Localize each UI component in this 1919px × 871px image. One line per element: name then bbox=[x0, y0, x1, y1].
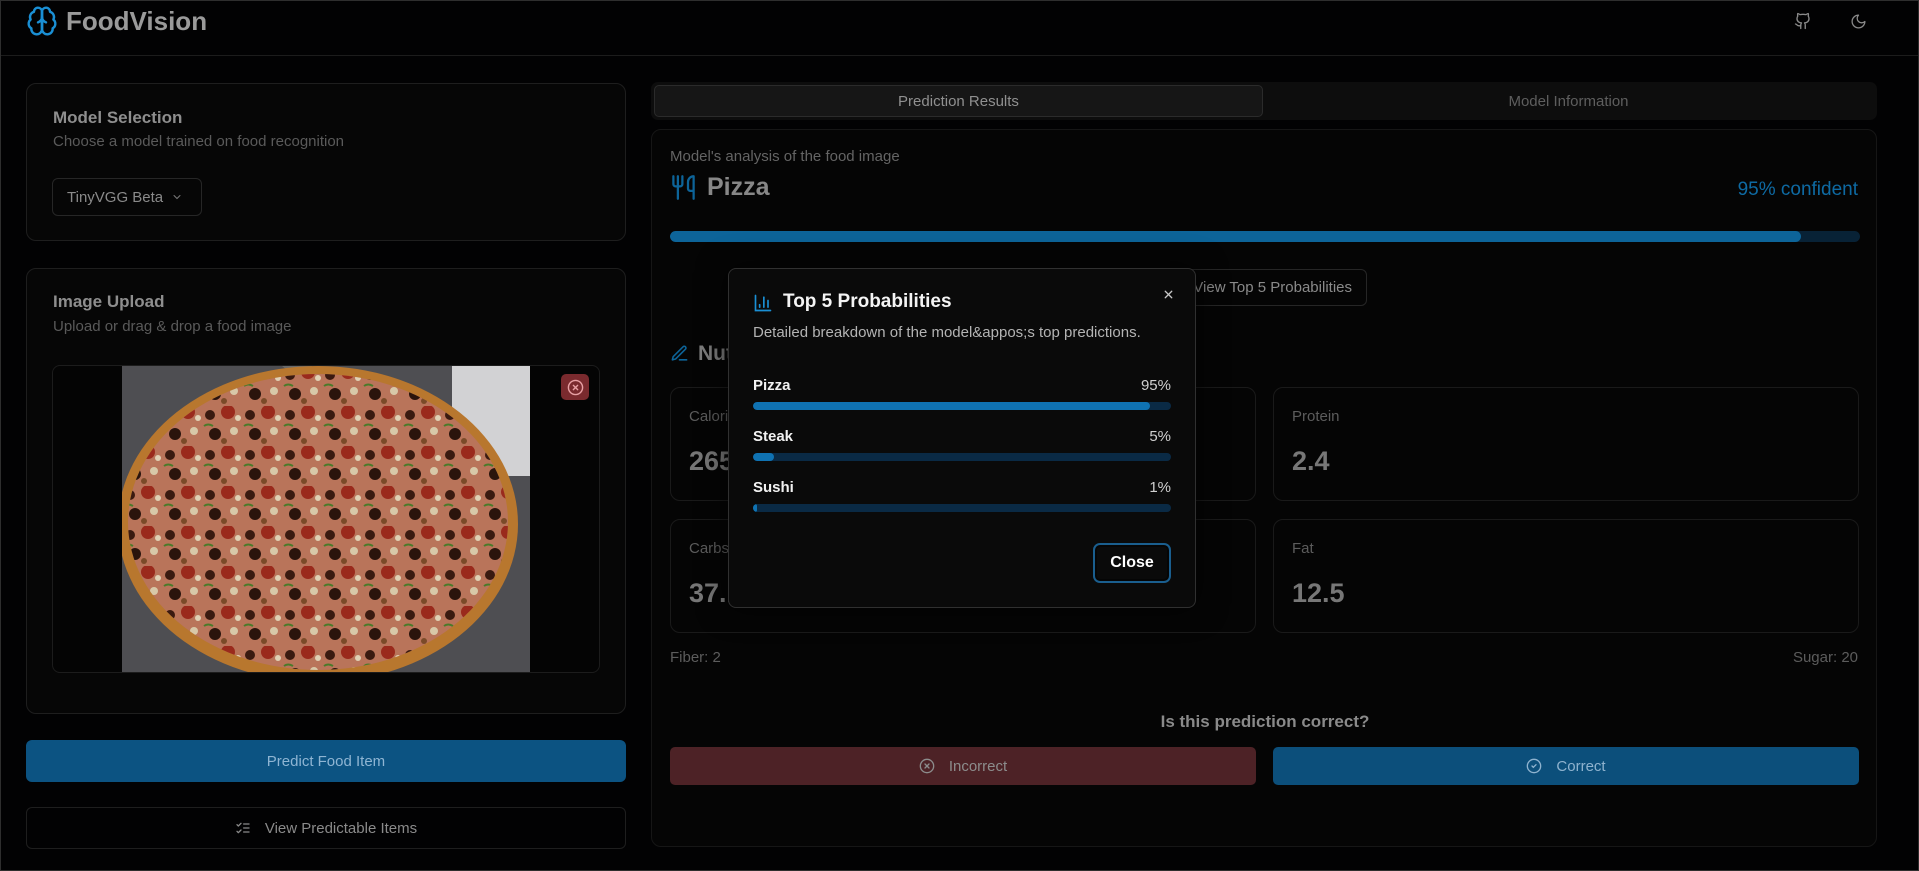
prob-item-name: Pizza bbox=[753, 377, 791, 394]
top5-probabilities-dialog: Top 5 Probabilities Detailed breakdown o… bbox=[728, 268, 1196, 608]
utensils-icon bbox=[672, 175, 695, 200]
sugar-text: Sugar: 20 bbox=[1792, 649, 1858, 666]
prob-item-name: Sushi bbox=[753, 479, 794, 496]
view-predictable-items-button[interactable]: View Predictable Items bbox=[26, 807, 626, 849]
predict-button[interactable]: Predict Food Item bbox=[26, 740, 626, 782]
image-upload-card: Image Upload Upload or drag & drop a foo… bbox=[26, 268, 626, 714]
prob-item-bar bbox=[753, 504, 1171, 512]
nutrition-card-fat: Fat 12.5 bbox=[1273, 519, 1859, 633]
chevron-down-icon bbox=[173, 195, 181, 200]
list-checks-icon bbox=[236, 822, 250, 834]
model-selection-card: Model Selection Choose a model trained o… bbox=[26, 83, 626, 241]
prob-item-bar-fill bbox=[753, 402, 1151, 410]
app-header: FoodVision bbox=[1, 1, 1918, 56]
app-name: FoodVision bbox=[66, 5, 208, 36]
remove-image-button[interactable] bbox=[561, 374, 589, 400]
model-select-value: TinyVGG Beta bbox=[67, 188, 164, 206]
view-top5-button[interactable]: View Top 5 Probabilities bbox=[1172, 269, 1367, 306]
dialog-title: Top 5 Probabilities bbox=[783, 291, 952, 312]
theme-toggle-button[interactable] bbox=[1843, 7, 1873, 35]
model-select[interactable]: TinyVGG Beta bbox=[52, 178, 202, 216]
analysis-caption: Model's analysis of the food image bbox=[670, 148, 900, 165]
github-button[interactable] bbox=[1788, 7, 1818, 35]
check-circle-icon bbox=[1527, 758, 1542, 774]
tab-prediction-results[interactable]: Prediction Results bbox=[654, 85, 1263, 117]
correct-label: Correct bbox=[1556, 757, 1606, 775]
close-circle-icon bbox=[567, 379, 583, 395]
nutrition-card-protein: Protein 2.4 bbox=[1273, 387, 1859, 501]
prob-item-bar bbox=[753, 453, 1171, 461]
x-circle-icon bbox=[919, 758, 935, 774]
correct-button[interactable]: Correct bbox=[1273, 747, 1859, 785]
tab-model-information[interactable]: Model Information bbox=[1263, 85, 1874, 117]
prob-item-percent: 1% bbox=[1149, 479, 1171, 496]
app-root: FoodVision Model Selection Choose a mode… bbox=[0, 0, 1919, 871]
pencil-icon bbox=[671, 345, 688, 361]
image-dropzone[interactable] bbox=[52, 365, 600, 673]
brain-logo-icon bbox=[27, 6, 57, 36]
confidence-text: 95% confident bbox=[1737, 179, 1858, 200]
moon-icon bbox=[1850, 13, 1866, 29]
predicted-food-name: Pizza bbox=[707, 173, 770, 201]
prob-item-name: Steak bbox=[753, 428, 794, 445]
prob-item-bar bbox=[753, 402, 1171, 410]
github-icon bbox=[1794, 12, 1810, 30]
incorrect-label: Incorrect bbox=[948, 757, 1008, 775]
brand[interactable]: FoodVision bbox=[26, 5, 207, 37]
fat-label: Fat bbox=[1292, 540, 1314, 557]
incorrect-button[interactable]: Incorrect bbox=[670, 747, 1256, 785]
fiber-text: Fiber: 2 bbox=[670, 649, 721, 666]
result-tabs: Prediction Results Model Information bbox=[651, 82, 1877, 120]
fat-value: 12.5 bbox=[1292, 578, 1345, 608]
protein-label: Protein bbox=[1292, 408, 1340, 425]
image-upload-subtitle: Upload or drag & drop a food image bbox=[53, 318, 292, 335]
prob-item-bar-fill bbox=[753, 453, 774, 461]
pizza-image bbox=[122, 366, 530, 672]
bar-chart-icon bbox=[754, 294, 772, 312]
confidence-bar bbox=[670, 231, 1860, 242]
confidence-bar-fill bbox=[670, 231, 1801, 242]
close-icon bbox=[1164, 290, 1172, 298]
prob-item-percent: 5% bbox=[1149, 428, 1171, 445]
image-upload-title: Image Upload bbox=[53, 292, 165, 311]
feedback-question: Is this prediction correct? bbox=[1160, 712, 1370, 731]
model-selection-subtitle: Choose a model trained on food recogniti… bbox=[53, 133, 345, 150]
protein-value: 2.4 bbox=[1292, 446, 1330, 476]
view-predictable-items-label: View Predictable Items bbox=[264, 819, 418, 837]
model-selection-title: Model Selection bbox=[53, 108, 183, 127]
dialog-close-x-button[interactable] bbox=[1157, 283, 1179, 305]
prob-item-bar-fill bbox=[753, 504, 758, 512]
dialog-description: Detailed breakdown of the model&appos;s … bbox=[753, 324, 1141, 341]
dialog-close-button[interactable]: Close bbox=[1093, 543, 1171, 583]
prob-item-percent: 95% bbox=[1140, 377, 1171, 394]
carbs-label: Carbs bbox=[689, 540, 730, 557]
